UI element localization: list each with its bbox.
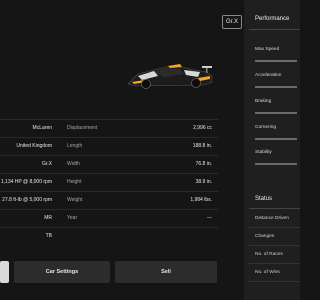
divider [249,208,300,209]
car-detail-panel: Gr.X McLaren Displacement 2,996 cc Unite… [0,0,242,300]
status-row-divider [249,227,300,228]
class-badge: Gr.X [222,15,242,29]
car-image [127,64,213,89]
spec-left-value: Gr.X [41,161,52,167]
spec-right-value: 38.9 in. [195,179,212,185]
status-title: Status [255,196,273,202]
partial-button[interactable] [0,261,9,283]
spec-right-value: 1,984 lbs. [190,197,212,203]
perf-label-stability: Stability [255,150,272,155]
perf-bar-cornering [255,138,297,140]
status-label-wins: No. of Wins [255,270,280,275]
spec-right-value: 188.8 in. [192,143,212,149]
spec-right-value: 76.8 in. [195,161,212,167]
spec-right-value: --- [207,215,212,221]
spec-left-value: 1,134 HP @ 8,000 rpm [0,179,52,185]
spec-row: 27.8 ft-lb @ 5,000 rpm Weight 1,984 lbs. [0,191,218,209]
status-label-changes: Changes [255,234,275,239]
car-settings-button[interactable]: Car Settings [14,261,110,283]
side-panel: Performance Max Speed Acceleration Braki… [244,0,300,300]
spec-row: 1,134 HP @ 8,000 rpm Height 38.9 in. [0,173,218,191]
spec-row: United Kingdom Length 188.8 in. [0,137,218,155]
spec-right-label: Weight [67,197,83,203]
spec-row: MR Year --- [0,209,218,227]
status-row-divider [249,263,300,264]
spec-left-value: TB [45,233,52,239]
perf-bar-max-speed [255,60,297,62]
spec-right-label: Width [67,161,80,167]
spec-row: TB [0,227,218,245]
divider [249,29,300,30]
spec-row: Gr.X Width 76.8 in. [0,155,218,173]
spec-left-value: 27.8 ft-lb @ 5,000 rpm [2,197,52,203]
spec-left-value: MR [44,215,52,221]
status-row-divider [249,281,300,282]
spec-right-label: Displacement [67,125,98,131]
spec-left-value: McLaren [32,125,52,131]
performance-title: Performance [255,16,290,22]
status-row-divider [249,245,300,246]
perf-label-cornering: Cornering [255,125,277,130]
perf-label-acceleration: Acceleration [255,73,282,78]
perf-bar-braking [255,112,297,114]
perf-bar-stability [255,163,297,165]
status-label-races: No. of Races [255,252,283,257]
spec-right-label: Year [67,215,78,221]
perf-bar-acceleration [255,86,297,88]
status-label-distance-driven: Distance Driven [255,216,289,221]
spec-right-label: Height [67,179,82,185]
perf-label-braking: Braking [255,99,272,104]
sell-button[interactable]: Sell [115,261,217,283]
spec-row: McLaren Displacement 2,996 cc [0,119,218,137]
specs-table: McLaren Displacement 2,996 cc United Kin… [0,119,218,245]
perf-label-max-speed: Max Speed [255,47,280,52]
spec-left-value: United Kingdom [16,143,52,149]
spec-right-value: 2,996 cc [193,125,212,131]
spec-right-label: Length [67,143,83,149]
